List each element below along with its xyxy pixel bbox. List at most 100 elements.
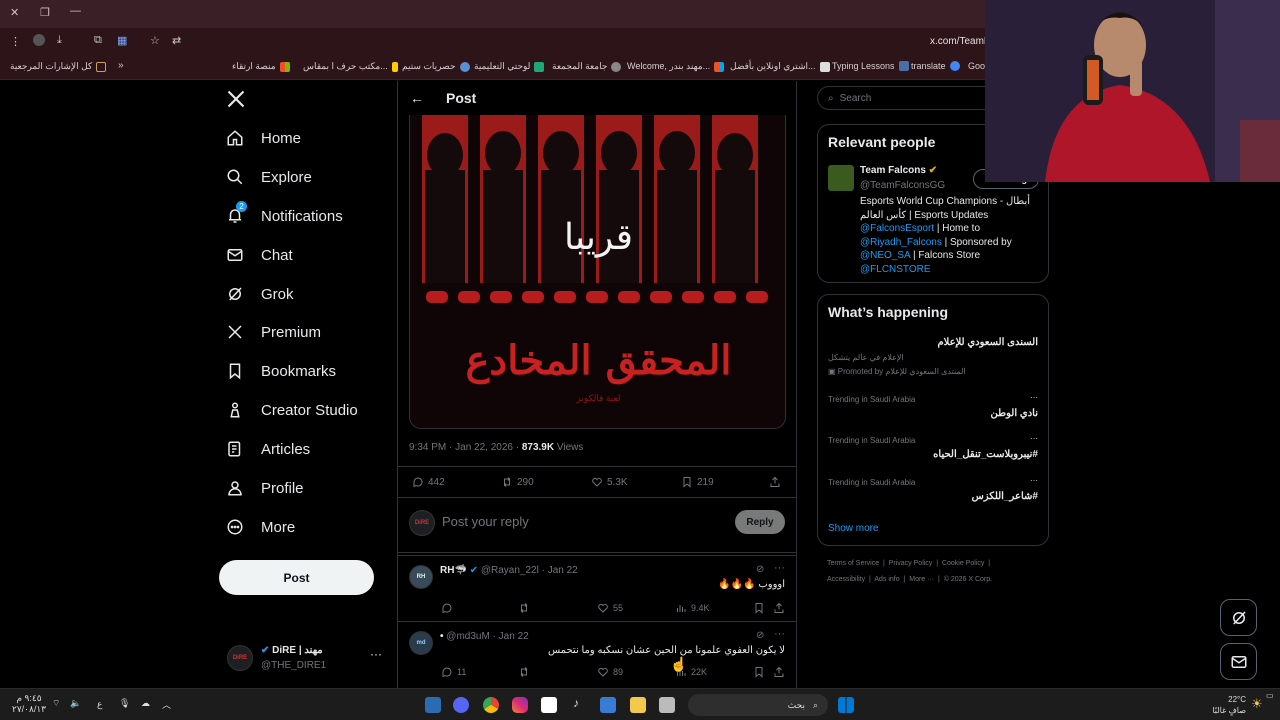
discord-icon[interactable] bbox=[453, 697, 469, 713]
taskbar-search[interactable]: بحث ⌕ bbox=[688, 694, 828, 716]
nav-explore[interactable]: Explore bbox=[225, 159, 312, 195]
footer-link[interactable]: Accessibility bbox=[827, 576, 865, 583]
reply-action[interactable]: 442 bbox=[412, 476, 445, 488]
bookmark-item[interactable]: لوحتي التعليمية bbox=[474, 61, 545, 72]
post-button[interactable]: Post bbox=[219, 560, 374, 595]
bookmark-item[interactable]: Typing Lessons bbox=[832, 61, 909, 71]
minimize-window-icon[interactable]: — bbox=[70, 5, 81, 17]
weather-widget[interactable]: 22°C صافٍ غالبًا bbox=[1210, 694, 1246, 716]
menu-dots-icon[interactable]: ⋮ bbox=[10, 35, 21, 48]
store-icon[interactable] bbox=[600, 697, 616, 713]
nav-grok[interactable]: Grok bbox=[225, 276, 294, 312]
page-info-icon[interactable]: ⇄ bbox=[172, 34, 181, 47]
extension-icon[interactable] bbox=[33, 34, 45, 46]
footer-link[interactable]: Cookie Policy bbox=[942, 560, 984, 567]
wifi-icon[interactable]: ⌔ bbox=[52, 698, 60, 709]
close-window-icon[interactable]: ✕ bbox=[10, 6, 19, 19]
volume-icon[interactable]: 🔈 bbox=[70, 698, 81, 709]
star-bookmark-icon[interactable]: ☆ bbox=[150, 34, 160, 47]
nav-bookmarks[interactable]: Bookmarks bbox=[225, 353, 336, 389]
nav-creator-studio[interactable]: Creator Studio bbox=[225, 392, 358, 428]
person-name[interactable]: Team Falcons ✔ bbox=[860, 165, 937, 176]
footer-link[interactable]: Terms of Service bbox=[827, 560, 879, 567]
bookmark-item[interactable]: translate bbox=[911, 61, 960, 71]
nav-premium[interactable]: Premium bbox=[225, 314, 321, 350]
extensions-puzzle-icon[interactable]: ⧉ bbox=[94, 34, 102, 47]
reply-tweet[interactable]: RH RH🦈 ✔ @Rayan_22l · Jan 22 ⊘ ··· اوووب… bbox=[398, 555, 796, 621]
footer-link[interactable]: Ads info bbox=[874, 576, 899, 583]
repost-action[interactable] bbox=[518, 666, 530, 678]
nav-profile[interactable]: Profile bbox=[225, 470, 304, 506]
bookmark-action[interactable] bbox=[753, 666, 765, 678]
reply-input[interactable]: Post your reply bbox=[442, 514, 529, 529]
grok-floating-button[interactable] bbox=[1220, 599, 1257, 636]
promo-title[interactable]: السندى السعودي للإعلام bbox=[937, 337, 1038, 348]
share-action[interactable] bbox=[773, 602, 785, 614]
bio-link[interactable]: @NEO_SA bbox=[860, 250, 910, 261]
extension-icon[interactable]: ▦ bbox=[117, 34, 127, 47]
like-action[interactable]: 5.3K bbox=[591, 476, 628, 488]
account-switcher[interactable]: DiRE مهند | DiRE ✔ @THE_DIRE1 ··· bbox=[227, 643, 397, 675]
chevron-more-icon[interactable]: » bbox=[118, 60, 124, 71]
show-more-link[interactable]: Show more bbox=[828, 523, 879, 534]
trend-title[interactable]: #نيبروبلاست_تنقل_الحياه bbox=[933, 449, 1038, 460]
bio-link[interactable]: @FalconsEsport bbox=[860, 223, 934, 234]
nav-home[interactable]: Home bbox=[225, 120, 301, 156]
onedrive-icon[interactable]: ☁ bbox=[141, 698, 150, 709]
nav-articles[interactable]: Articles bbox=[225, 431, 310, 467]
post-image[interactable]: قريبا المحقق المخادع لعبة فالكونز bbox=[409, 115, 786, 429]
address-url[interactable]: x.com/TeamF bbox=[930, 36, 990, 47]
more-dots-icon[interactable]: ··· bbox=[774, 562, 785, 574]
reply-tweet[interactable]: md • @md3uM · Jan 22 ⊘ ··· لا يكون العفو… bbox=[398, 621, 796, 688]
bookmark-action[interactable] bbox=[753, 602, 765, 614]
microphone-icon[interactable]: 🎙 bbox=[119, 698, 130, 709]
x-logo-icon[interactable] bbox=[226, 89, 246, 109]
grok-icon[interactable]: ⊘ bbox=[756, 564, 764, 575]
instagram-icon[interactable] bbox=[512, 697, 528, 713]
restore-window-icon[interactable]: ❐ bbox=[40, 6, 50, 19]
show-desktop-icon[interactable]: ▭ bbox=[1266, 691, 1274, 700]
more-dots-icon[interactable]: ··· bbox=[1030, 476, 1038, 485]
repost-action[interactable] bbox=[518, 602, 530, 614]
bookmark-item[interactable]: اشتري اونلاين بأفضل... bbox=[730, 61, 830, 72]
nav-more[interactable]: More bbox=[225, 509, 295, 545]
more-dots-icon[interactable]: ··· bbox=[774, 628, 785, 640]
footer-link[interactable]: Privacy Policy bbox=[889, 560, 933, 567]
app-icon[interactable] bbox=[425, 697, 441, 713]
bookmark-item[interactable]: Welcome, مهند بندر... bbox=[627, 61, 725, 72]
bookmark-all[interactable]: كل الإشارات المرجعية bbox=[10, 61, 107, 72]
back-arrow-icon[interactable]: ← bbox=[410, 90, 424, 106]
chevron-up-icon[interactable]: ︿ bbox=[162, 698, 171, 711]
like-action[interactable]: 55 bbox=[597, 602, 623, 614]
reply-action[interactable]: 11 bbox=[441, 666, 466, 678]
reply-action[interactable] bbox=[441, 602, 453, 614]
share-action[interactable] bbox=[773, 666, 785, 678]
more-dots-icon[interactable]: ··· bbox=[370, 647, 382, 661]
views-action[interactable]: 9.4K bbox=[675, 602, 710, 614]
trend-title[interactable]: نادي الوطن bbox=[991, 408, 1038, 419]
repost-action[interactable]: 290 bbox=[501, 476, 534, 488]
nav-chat[interactable]: Chat bbox=[225, 237, 293, 273]
bookmark-item[interactable]: منصة ارتقاء bbox=[232, 61, 290, 72]
more-dots-icon[interactable]: ··· bbox=[1030, 393, 1038, 402]
folder-icon[interactable] bbox=[630, 697, 646, 713]
bio-link[interactable]: @FLCNSTORE bbox=[860, 264, 931, 275]
reply-button[interactable]: Reply bbox=[735, 510, 785, 534]
bio-link[interactable]: @Riyadh_Falcons bbox=[860, 237, 942, 248]
tiktok-icon[interactable]: ♪ bbox=[573, 696, 579, 710]
bookmark-item[interactable]: جامعة المجمعة bbox=[552, 61, 622, 72]
like-action[interactable]: 89 bbox=[597, 666, 623, 678]
avatar[interactable] bbox=[828, 165, 854, 191]
messages-floating-button[interactable] bbox=[1220, 643, 1257, 680]
notion-icon[interactable] bbox=[541, 697, 557, 713]
share-action[interactable] bbox=[769, 476, 781, 488]
trend-title[interactable]: #شاعر_اللكزس bbox=[972, 491, 1038, 502]
language-indicator[interactable]: ع bbox=[97, 699, 102, 710]
chrome-icon[interactable] bbox=[483, 697, 499, 713]
more-dots-icon[interactable]: ··· bbox=[1030, 434, 1038, 443]
bookmark-item[interactable]: حصريات ستيم bbox=[402, 61, 470, 72]
download-icon[interactable]: ⤓ bbox=[57, 34, 62, 47]
app-icon[interactable] bbox=[659, 697, 675, 713]
grok-icon[interactable]: ⊘ bbox=[756, 630, 764, 641]
windows-start-icon[interactable] bbox=[838, 697, 854, 713]
